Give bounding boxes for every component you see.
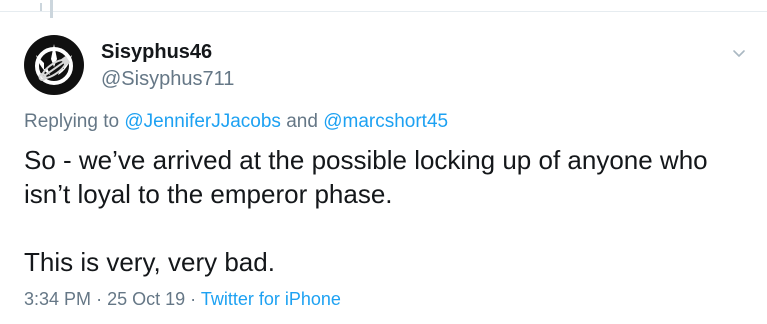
- tweet-time[interactable]: 3:34 PM: [24, 289, 91, 309]
- tweet-metadata: 3:34 PM · 25 Oct 19 · Twitter for iPhone: [24, 288, 341, 310]
- tweet-date[interactable]: 25 Oct 19: [107, 289, 185, 309]
- tweet-menu-button[interactable]: [730, 44, 748, 62]
- thread-connector-tick: [40, 3, 42, 11]
- meta-separator: ·: [190, 289, 197, 309]
- replying-joiner: and: [286, 111, 318, 132]
- rebel-alliance-safety-pin-icon: [35, 44, 73, 85]
- replying-prefix: Replying to: [24, 111, 120, 132]
- tweet-source-link[interactable]: Twitter for iPhone: [201, 289, 341, 309]
- tweet-paragraph: This is very, very bad.: [24, 247, 275, 277]
- user-handle[interactable]: @Sisyphus711: [101, 67, 234, 91]
- reply-mention-link[interactable]: @marcshort45: [323, 111, 448, 132]
- avatar[interactable]: [24, 35, 84, 95]
- top-divider: [0, 11, 767, 12]
- chevron-down-icon: [733, 50, 745, 57]
- reply-mention-link[interactable]: @JenniferJJacobs: [124, 111, 281, 132]
- tweet-paragraph: So - we’ve arrived at the possible locki…: [24, 145, 708, 209]
- replying-to: Replying to @JenniferJJacobs and @marcsh…: [24, 110, 448, 134]
- display-name[interactable]: Sisyphus46: [101, 40, 212, 64]
- tweet-text: So - we’ve arrived at the possible locki…: [24, 143, 754, 279]
- meta-separator: ·: [96, 289, 103, 309]
- thread-connector-line: [50, 0, 53, 18]
